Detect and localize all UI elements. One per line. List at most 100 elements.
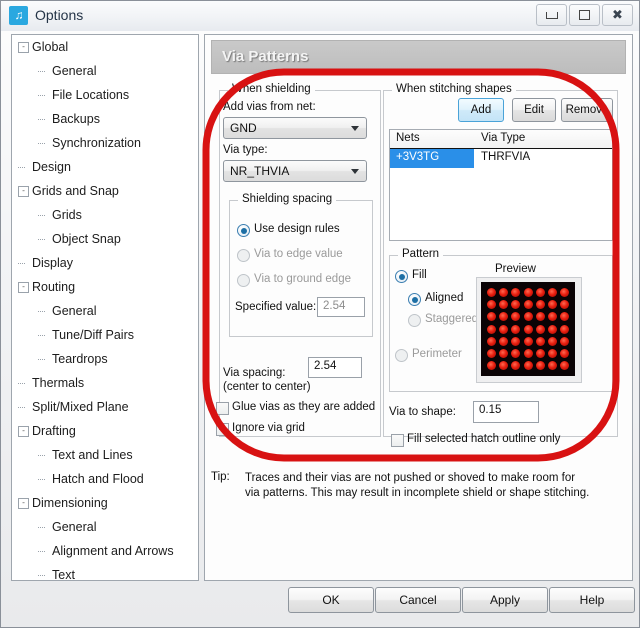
preview-via bbox=[535, 312, 545, 322]
preview-via bbox=[548, 312, 558, 322]
via-to-shape-input[interactable]: 0.15 bbox=[473, 401, 539, 423]
tree-item-label: Dimensioning bbox=[32, 496, 108, 510]
options-tree[interactable]: - Global General File Locations Backups Synch… bbox=[11, 34, 199, 581]
tree-item-teardrops[interactable]: Teardrops bbox=[12, 347, 198, 371]
tree-item-label: File Locations bbox=[52, 88, 130, 102]
options-dialog: ♫ Options ✖ - Global General File Locations… bbox=[0, 0, 640, 628]
preview-via bbox=[560, 299, 570, 309]
tree-expander-icon[interactable]: - bbox=[18, 498, 29, 509]
close-button[interactable]: ✖ bbox=[602, 4, 633, 26]
edit-button[interactable]: Edit bbox=[512, 98, 556, 122]
nets-table[interactable]: Nets Via Type +3V3TG THRFVIA bbox=[389, 129, 613, 241]
tree-item-design[interactable]: Design bbox=[12, 155, 198, 179]
net-combo[interactable]: GND bbox=[223, 117, 367, 139]
tree-item-synchronization[interactable]: Synchronization bbox=[12, 131, 198, 155]
tree-item-label: General bbox=[52, 64, 97, 78]
via-spacing-label: Via spacing: bbox=[223, 367, 286, 379]
pattern-caption: Pattern bbox=[398, 248, 444, 260]
tree-item-grids[interactable]: Grids bbox=[12, 203, 198, 227]
tree-item-general[interactable]: General bbox=[12, 515, 198, 539]
window-controls: ✖ bbox=[536, 4, 633, 26]
preview-via bbox=[486, 324, 496, 334]
radio-indicator bbox=[395, 270, 408, 283]
preview-via bbox=[511, 299, 521, 309]
tree-item-object-snap[interactable]: Object Snap bbox=[12, 227, 198, 251]
tree-item-label: Synchronization bbox=[52, 136, 141, 150]
tree-item-text-and-lines[interactable]: Text and Lines bbox=[12, 443, 198, 467]
via-spacing-input[interactable]: 2.54 bbox=[308, 357, 362, 378]
tree-expander-icon[interactable]: - bbox=[18, 186, 29, 197]
tree-item-label: Backups bbox=[52, 112, 100, 126]
preview-via bbox=[498, 361, 508, 371]
shielding-spacing-caption: Shielding spacing bbox=[238, 193, 337, 205]
via-type-label: Via type: bbox=[223, 144, 268, 156]
checkbox-indicator bbox=[216, 421, 229, 436]
preview-via bbox=[486, 349, 496, 359]
ok-button-label: OK bbox=[322, 593, 340, 607]
tree-item-drafting[interactable]: - Drafting bbox=[12, 419, 198, 443]
table-row[interactable]: +3V3TG THRFVIA bbox=[390, 149, 612, 168]
radio-indicator bbox=[237, 274, 250, 287]
table-cell-via-type: THRFVIA bbox=[475, 149, 612, 168]
preview-via bbox=[523, 287, 533, 297]
app-icon: ♫ bbox=[9, 6, 28, 25]
tree-item-general[interactable]: General bbox=[12, 299, 198, 323]
tree-item-tune-diff-pairs[interactable]: Tune/Diff Pairs bbox=[12, 323, 198, 347]
preview-via bbox=[498, 349, 508, 359]
radio-label: Aligned bbox=[425, 292, 464, 304]
tree-item-text[interactable]: Text bbox=[12, 563, 198, 580]
tree-item-hatch-and-flood[interactable]: Hatch and Flood bbox=[12, 467, 198, 491]
chevron-down-icon bbox=[351, 126, 359, 131]
preview-via bbox=[486, 299, 496, 309]
tree-item-backups[interactable]: Backups bbox=[12, 107, 198, 131]
tree-item-label: Text and Lines bbox=[52, 448, 133, 462]
tree-item-label: Grids bbox=[52, 208, 82, 222]
tree-item-label: Alignment and Arrows bbox=[52, 544, 174, 558]
tree-item-label: Routing bbox=[32, 280, 76, 294]
tree-item-label: General bbox=[52, 304, 97, 318]
settings-pane: Via Patterns When shielding Add vias fro… bbox=[204, 34, 633, 581]
tree-item-routing[interactable]: - Routing bbox=[12, 275, 198, 299]
specified-value-text: 2.54 bbox=[323, 300, 346, 312]
checkbox-label: Ignore via grid bbox=[232, 422, 305, 434]
tree-item-dimensioning[interactable]: - Dimensioning bbox=[12, 491, 198, 515]
tree-item-display[interactable]: Display bbox=[12, 251, 198, 275]
tree-expander-icon[interactable]: - bbox=[18, 282, 29, 293]
preview-via bbox=[511, 361, 521, 371]
ok-button[interactable]: OK bbox=[288, 587, 374, 613]
tree-item-label: Drafting bbox=[32, 424, 76, 438]
tree-expander-icon[interactable]: - bbox=[18, 426, 29, 437]
preview-canvas bbox=[481, 282, 575, 376]
radio-label: Fill bbox=[412, 269, 427, 281]
net-combo-value: GND bbox=[230, 121, 257, 135]
remove-button[interactable]: Remove bbox=[561, 98, 613, 122]
tree-item-label: Grids and Snap bbox=[32, 184, 119, 198]
cancel-button[interactable]: Cancel bbox=[375, 587, 461, 613]
help-button[interactable]: Help bbox=[549, 587, 635, 613]
tree-item-alignment-and-arrows[interactable]: Alignment and Arrows bbox=[12, 539, 198, 563]
tree-item-general[interactable]: General bbox=[12, 59, 198, 83]
via-type-combo[interactable]: NR_THVIA bbox=[223, 160, 367, 182]
help-button-label: Help bbox=[579, 593, 605, 607]
tree-connector-icon bbox=[38, 575, 45, 577]
minimize-button[interactable] bbox=[536, 4, 567, 26]
preview-via bbox=[535, 336, 545, 346]
maximize-button[interactable] bbox=[569, 4, 600, 26]
page-title-label: Via Patterns bbox=[222, 48, 309, 65]
via-spacing-text: 2.54 bbox=[314, 360, 337, 372]
tree-item-label: Object Snap bbox=[52, 232, 121, 246]
tree-item-global[interactable]: - Global bbox=[12, 35, 198, 59]
apply-button[interactable]: Apply bbox=[462, 587, 548, 613]
preview-via bbox=[548, 299, 558, 309]
add-button[interactable]: Add bbox=[458, 98, 504, 122]
tree-item-grids-and-snap[interactable]: - Grids and Snap bbox=[12, 179, 198, 203]
specified-value-input[interactable]: 2.54 bbox=[317, 297, 365, 317]
tree-item-split-mixed-plane[interactable]: Split/Mixed Plane bbox=[12, 395, 198, 419]
tree-item-thermals[interactable]: Thermals bbox=[12, 371, 198, 395]
preview-via bbox=[523, 324, 533, 334]
radio-indicator bbox=[395, 349, 408, 362]
tree-expander-icon[interactable]: - bbox=[18, 42, 29, 53]
tree-connector-icon bbox=[38, 479, 45, 481]
tree-connector-icon bbox=[18, 263, 25, 265]
tree-item-file-locations[interactable]: File Locations bbox=[12, 83, 198, 107]
